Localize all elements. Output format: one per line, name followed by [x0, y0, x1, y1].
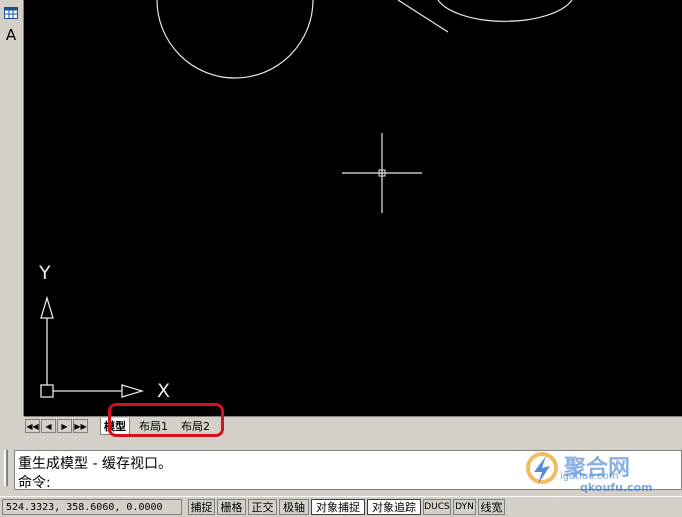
command-grip[interactable] [4, 450, 8, 486]
crosshair-cursor [342, 133, 422, 213]
table-icon[interactable] [2, 4, 20, 22]
left-toolbar: A [0, 0, 24, 416]
lineweight-toggle[interactable]: 线宽 [478, 499, 505, 515]
drawing-svg [40, 0, 573, 398]
polar-toggle[interactable]: 极轴 [279, 499, 309, 515]
drawing-canvas[interactable]: Y X [24, 0, 682, 416]
osnap-toggle[interactable]: 对象捕捉 [311, 499, 365, 515]
prev-tab-button[interactable]: ◀ [41, 419, 56, 433]
layout-tabs-highlight [108, 403, 224, 437]
grid-toggle[interactable]: 栅格 [217, 499, 246, 515]
coordinate-readout: 524.3323, 358.6060, 0.0000 [2, 499, 182, 515]
dyn-toggle[interactable]: DYN [453, 499, 476, 515]
last-tab-button[interactable]: ▶▶ [73, 419, 88, 433]
ucs-y-label: Y [39, 262, 51, 284]
command-prompt[interactable]: 命令: [18, 472, 51, 492]
ucs-icon [40, 295, 145, 398]
text-tool-button[interactable]: A [2, 26, 20, 44]
watermark-url: qkoufu.com [580, 481, 653, 494]
circle-arc-left [156, 0, 314, 79]
next-tab-button[interactable]: ▶ [57, 419, 72, 433]
ortho-toggle[interactable]: 正交 [248, 499, 277, 515]
circle-arc-right [437, 0, 573, 22]
first-tab-button[interactable]: ◀◀ [25, 419, 40, 433]
watermark: 聚合网 igatiao.com qkoufu.com [520, 444, 682, 494]
otrack-toggle[interactable]: 对象追踪 [367, 499, 421, 515]
ucs-x-label: X [157, 380, 171, 402]
ducs-toggle[interactable]: DUCS [423, 499, 451, 515]
snap-toggle[interactable]: 捕捉 [188, 499, 215, 515]
status-bar: 524.3323, 358.6060, 0.0000 捕捉 栅格 正交 极轴 对… [0, 496, 682, 517]
command-history-line: 重生成模型 - 缓存视口。 [18, 456, 172, 472]
diagonal-line [397, 0, 449, 33]
